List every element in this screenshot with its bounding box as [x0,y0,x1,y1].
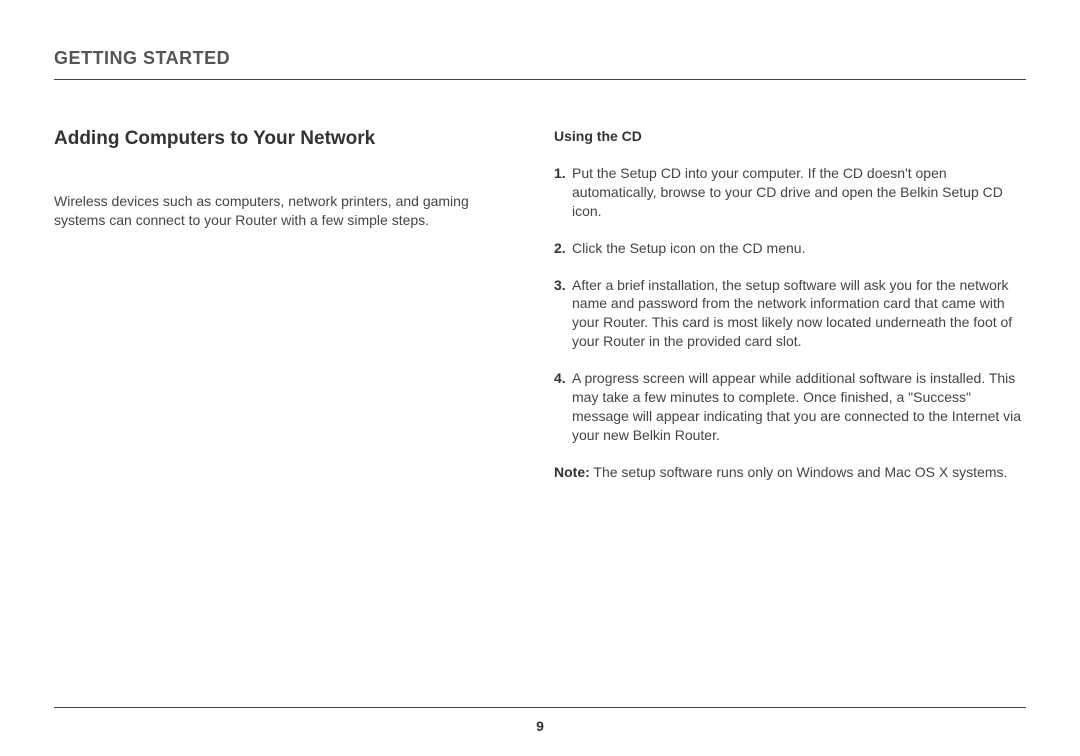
step-3: 3. After a brief installation, the setup… [554,276,1026,352]
intro-text: Wireless devices such as computers, netw… [54,192,494,230]
step-2: 2. Click the Setup icon on the CD menu. [554,239,1026,258]
step-text: A progress screen will appear while addi… [572,369,1026,445]
right-column: Using the CD 1. Put the Setup CD into yo… [554,128,1026,482]
note-text: The setup software runs only on Windows … [590,464,1008,480]
sub-title: Using the CD [554,128,1026,144]
content-columns: Adding Computers to Your Network Wireles… [54,128,1026,482]
section-title: Adding Computers to Your Network [54,128,494,150]
chapter-title: GETTING STARTED [54,48,1026,69]
note: Note: The setup software runs only on Wi… [554,463,1026,482]
step-number: 1. [554,164,572,221]
step-1: 1. Put the Setup CD into your computer. … [554,164,1026,221]
step-number: 2. [554,239,572,258]
page-number: 9 [0,718,1080,734]
step-text: Click the Setup icon on the CD menu. [572,239,1026,258]
step-number: 3. [554,276,572,352]
top-divider [54,79,1026,80]
bottom-divider [54,707,1026,708]
note-label: Note: [554,464,590,480]
step-number: 4. [554,369,572,445]
step-4: 4. A progress screen will appear while a… [554,369,1026,445]
step-text: Put the Setup CD into your computer. If … [572,164,1026,221]
step-text: After a brief installation, the setup so… [572,276,1026,352]
left-column: Adding Computers to Your Network Wireles… [54,128,494,482]
